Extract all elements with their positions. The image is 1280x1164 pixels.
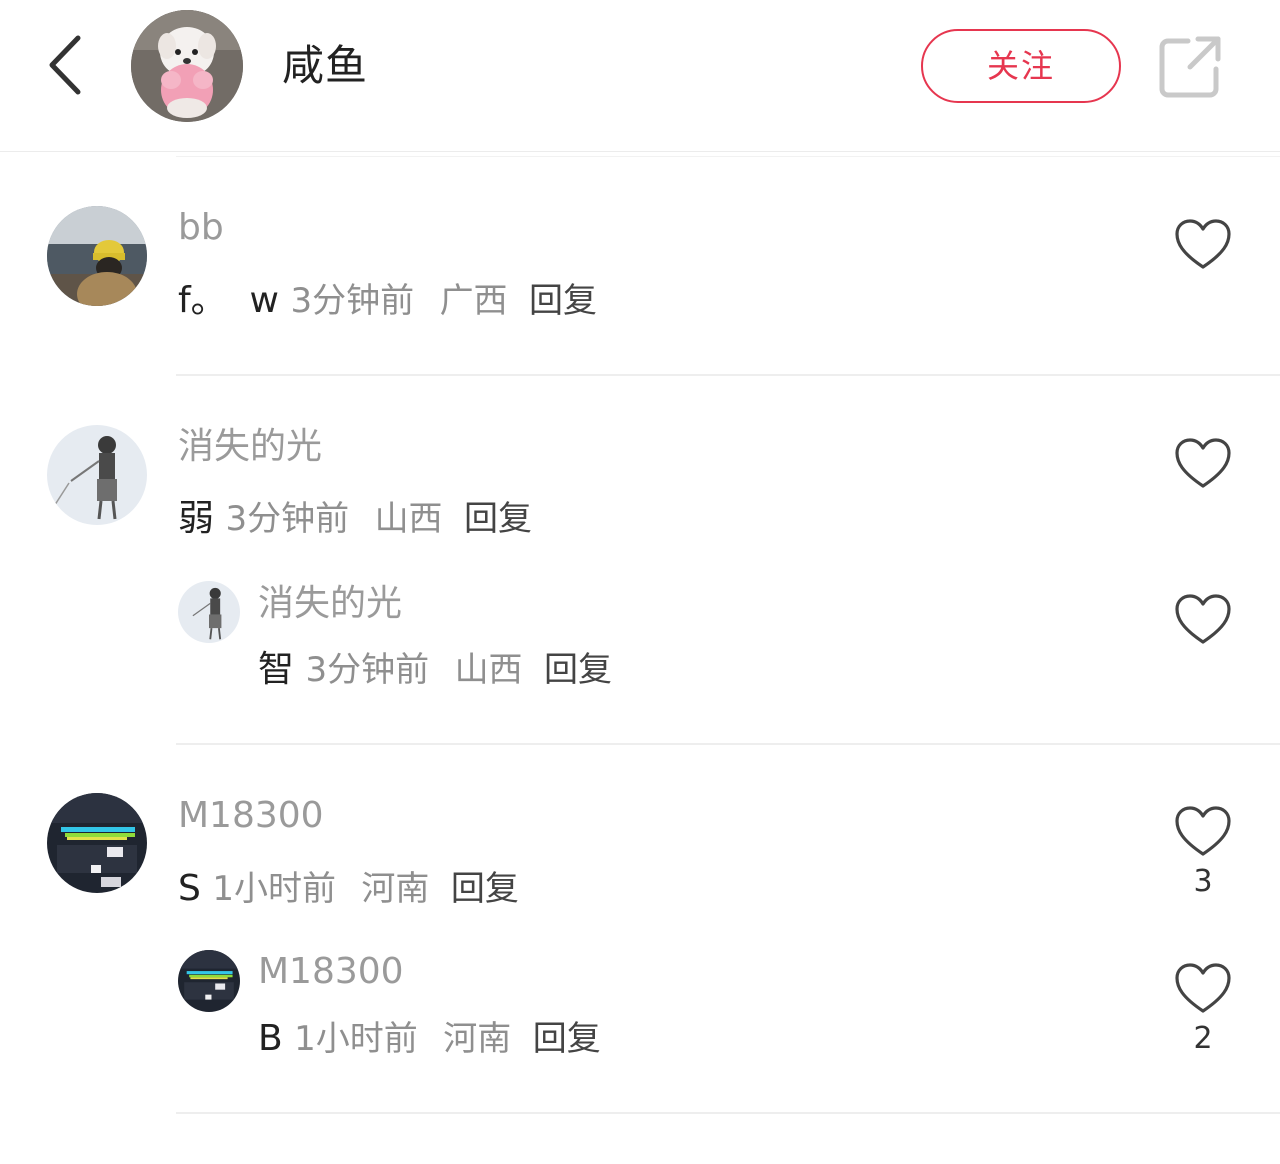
like-button[interactable] — [1170, 219, 1236, 277]
like-button[interactable]: 3 — [1170, 806, 1236, 900]
comment-divider — [176, 1112, 1280, 1114]
comment-region: 山西 — [374, 499, 443, 539]
header-divider — [176, 156, 1280, 157]
author-name[interactable]: 咸鱼 — [282, 38, 368, 94]
top-bar: 咸鱼 关注 — [0, 0, 1280, 152]
commenter-avatar[interactable] — [47, 206, 147, 306]
reply-button[interactable]: 回复 — [451, 869, 519, 909]
comment-text: f。 w — [178, 280, 280, 321]
commenter-avatar[interactable] — [47, 425, 147, 525]
reply-button[interactable]: 回复 — [464, 499, 532, 539]
reply-username[interactable]: 消失的光 — [258, 582, 402, 626]
comment-body: 弱 3分钟前 山西 回复 — [178, 497, 532, 541]
comment-text: 弱 — [178, 498, 215, 539]
reply-button[interactable]: 回复 — [533, 1019, 601, 1059]
comment-divider — [176, 743, 1280, 745]
reply-avatar[interactable] — [178, 950, 240, 1012]
reply-time: 1小时前 — [294, 1019, 418, 1059]
comment-region: 广西 — [439, 281, 508, 321]
commenter-name[interactable]: M18300 — [178, 794, 324, 838]
commenter-name[interactable]: bb — [178, 206, 224, 250]
like-button[interactable] — [1170, 594, 1236, 652]
reply-region: 河南 — [443, 1019, 512, 1059]
comment-body: S 1小时前 河南 回复 — [178, 867, 519, 911]
like-button[interactable]: 2 — [1170, 963, 1236, 1057]
chevron-left-icon — [49, 35, 81, 95]
back-button[interactable] — [38, 30, 90, 100]
share-button[interactable] — [1158, 35, 1222, 99]
comment-time: 3分钟前 — [290, 281, 415, 321]
author-avatar[interactable] — [131, 10, 243, 122]
commenter-avatar[interactable] — [47, 793, 147, 893]
reply-body: 智 3分钟前 山西 回复 — [258, 648, 612, 692]
comment-text: S — [178, 868, 201, 909]
heart-icon — [1175, 806, 1231, 856]
comment-time: 3分钟前 — [225, 499, 350, 539]
comment-divider — [176, 374, 1280, 376]
like-count: 3 — [1193, 864, 1213, 899]
reply-time: 3分钟前 — [305, 650, 430, 690]
reply-region: 山西 — [454, 650, 523, 690]
heart-icon — [1175, 594, 1231, 644]
heart-icon — [1175, 219, 1231, 269]
reply-button[interactable]: 回复 — [544, 650, 612, 690]
reply-button[interactable]: 回复 — [529, 281, 597, 321]
commenter-name[interactable]: 消失的光 — [178, 425, 322, 469]
reply-text: B — [258, 1018, 283, 1059]
reply-avatar[interactable] — [178, 581, 240, 643]
like-button[interactable] — [1170, 438, 1236, 496]
reply-text: 智 — [258, 649, 295, 690]
like-count: 2 — [1193, 1021, 1213, 1056]
heart-icon — [1175, 438, 1231, 488]
follow-button[interactable]: 关注 — [921, 29, 1121, 103]
comment-time: 1小时前 — [212, 869, 336, 909]
share-external-icon — [1159, 36, 1221, 98]
heart-icon — [1175, 963, 1231, 1013]
reply-username[interactable]: M18300 — [258, 950, 404, 994]
comment-region: 河南 — [361, 869, 430, 909]
reply-body: B 1小时前 河南 回复 — [258, 1017, 601, 1061]
comment-body: f。 w 3分钟前 广西 回复 — [178, 279, 597, 323]
